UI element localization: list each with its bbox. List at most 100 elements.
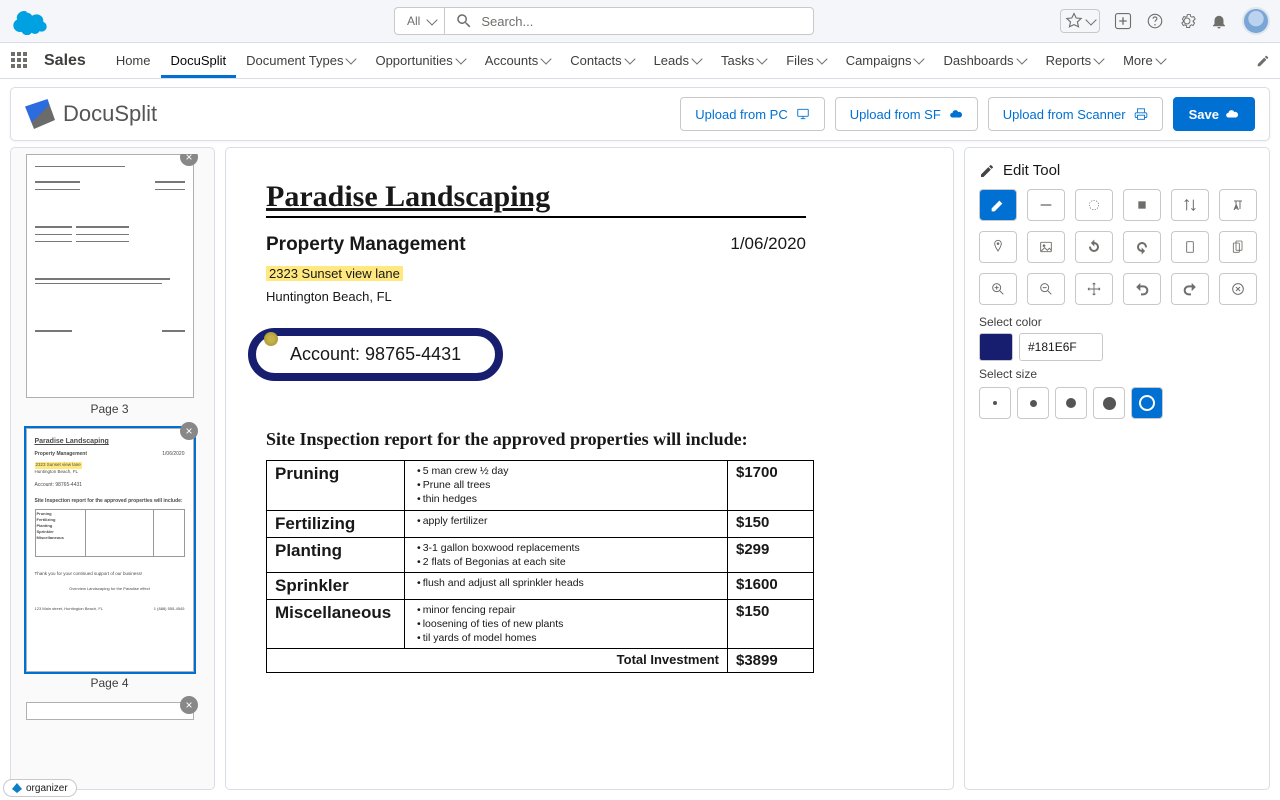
chevron-down-icon <box>757 53 768 64</box>
organizer-badge[interactable]: organizer <box>3 779 77 797</box>
chevron-down-icon <box>455 53 466 64</box>
close-icon[interactable]: × <box>180 696 198 714</box>
table-row: Sprinklerflush and adjust all sprinkler … <box>267 572 814 599</box>
table-row: Fertilizingapply fertilizer$150 <box>267 510 814 537</box>
panel-title: Edit Tool <box>1003 162 1060 179</box>
tool-zoom-in[interactable] <box>979 273 1017 305</box>
close-icon[interactable]: × <box>180 154 198 166</box>
tool-pages[interactable] <box>1219 231 1257 263</box>
size-xl[interactable] <box>1131 387 1163 419</box>
tool-text[interactable]: A <box>1219 189 1257 221</box>
nav-tab-accounts[interactable]: Accounts <box>475 43 560 78</box>
docusplit-logo-icon <box>25 99 55 129</box>
nav-tab-dashboards[interactable]: Dashboards <box>933 43 1035 78</box>
upload-from-pc-button[interactable]: Upload from PC <box>680 97 824 131</box>
tool-image[interactable] <box>1027 231 1065 263</box>
annotation-handle-icon[interactable] <box>264 332 278 346</box>
chevron-down-icon <box>691 53 702 64</box>
tool-rect-filled[interactable] <box>1123 189 1161 221</box>
nav-tab-reports[interactable]: Reports <box>1036 43 1114 78</box>
edit-tool-panel: Edit Tool A Select color #181E6F <box>964 147 1270 790</box>
document-viewer[interactable]: Paradise Landscaping Property Management… <box>225 147 954 790</box>
nav-tab-leads[interactable]: Leads <box>644 43 711 78</box>
notifications-icon[interactable] <box>1210 12 1228 30</box>
nav-tab-home[interactable]: Home <box>106 43 161 78</box>
size-sm[interactable] <box>1017 387 1049 419</box>
chevron-down-icon <box>914 53 925 64</box>
chevron-down-icon <box>541 53 552 64</box>
size-md[interactable] <box>1055 387 1087 419</box>
favorites-menu[interactable] <box>1060 9 1100 33</box>
circled-account-annotation[interactable]: Account: 98765-4431 <box>266 336 485 373</box>
tool-clear[interactable] <box>1219 273 1257 305</box>
help-icon[interactable] <box>1146 12 1164 30</box>
close-icon[interactable]: × <box>180 422 198 440</box>
nav-tab-opportunities[interactable]: Opportunities <box>365 43 474 78</box>
report-heading: Site Inspection report for the approved … <box>266 429 913 450</box>
thumbnail-page-4[interactable]: × Paradise Landscaping Property Manageme… <box>19 428 200 690</box>
chevron-down-icon <box>346 53 357 64</box>
search-scope-picker[interactable]: All <box>394 7 444 35</box>
tool-redo[interactable] <box>1171 273 1209 305</box>
thumbnail-page-5[interactable]: × <box>19 702 200 720</box>
app-launcher-icon[interactable] <box>10 51 30 71</box>
nav-tab-contacts[interactable]: Contacts <box>560 43 643 78</box>
tool-arrange[interactable] <box>1171 189 1209 221</box>
size-section-label: Select size <box>979 367 1255 381</box>
tool-ellipse[interactable] <box>1075 189 1113 221</box>
tool-undo[interactable] <box>1123 273 1161 305</box>
docusplit-app-bar: DocuSplit Upload from PC Upload from SF … <box>10 87 1270 141</box>
chevron-down-icon <box>816 53 827 64</box>
pencil-icon[interactable] <box>1256 54 1270 68</box>
highlighted-address: 2323 Sunset view lane <box>266 266 403 281</box>
nav-tab-campaigns[interactable]: Campaigns <box>836 43 934 78</box>
docusplit-app-name: DocuSplit <box>63 101 157 127</box>
app-nav: Sales HomeDocuSplitDocument TypesOpportu… <box>0 43 1280 79</box>
color-hex-input[interactable]: #181E6F <box>1019 333 1103 361</box>
thumbnail-page-3[interactable]: × Page 3 <box>19 154 200 416</box>
nav-tab-more[interactable]: More <box>1113 43 1175 78</box>
tool-freehand[interactable] <box>979 189 1017 221</box>
gear-icon[interactable] <box>1178 12 1196 30</box>
chevron-down-icon <box>1155 53 1166 64</box>
pencil-icon <box>979 163 995 179</box>
tool-rotate-cw[interactable] <box>1123 231 1161 263</box>
size-xs[interactable] <box>979 387 1011 419</box>
app-name: Sales <box>44 52 86 70</box>
upload-from-sf-button[interactable]: Upload from SF <box>835 97 978 131</box>
avatar[interactable] <box>1242 7 1270 35</box>
table-row: Planting3-1 gallon boxwood replacements2… <box>267 537 814 572</box>
color-section-label: Select color <box>979 315 1255 329</box>
chevron-down-icon <box>1085 14 1096 25</box>
document-title: Paradise Landscaping <box>266 180 806 218</box>
services-table: Pruning5 man crew ½ dayPrune all treesth… <box>266 460 814 673</box>
chevron-down-icon <box>1016 53 1027 64</box>
nav-tab-files[interactable]: Files <box>776 43 835 78</box>
tool-move[interactable] <box>1075 273 1113 305</box>
nav-tab-document-types[interactable]: Document Types <box>236 43 365 78</box>
chevron-down-icon <box>1093 53 1104 64</box>
printer-icon <box>1134 107 1148 121</box>
tool-page[interactable] <box>1171 231 1209 263</box>
tool-zoom-out[interactable] <box>1027 273 1065 305</box>
tool-line[interactable] <box>1027 189 1065 221</box>
tool-rotate-ccw[interactable] <box>1075 231 1113 263</box>
global-search[interactable]: Search... <box>444 7 814 35</box>
cloud-icon <box>949 107 963 121</box>
color-swatch[interactable] <box>979 333 1013 361</box>
search-scope-label: All <box>407 14 420 28</box>
document-subtitle: Property Management <box>266 234 466 256</box>
nav-tab-docusplit[interactable]: DocuSplit <box>161 43 237 78</box>
table-row: Pruning5 man crew ½ dayPrune all treesth… <box>267 461 814 511</box>
cloud-upload-icon <box>1225 107 1239 121</box>
add-icon[interactable] <box>1114 12 1132 30</box>
account-number: Account: 98765-4431 <box>290 344 461 364</box>
nav-tab-tasks[interactable]: Tasks <box>711 43 776 78</box>
size-lg[interactable] <box>1093 387 1125 419</box>
search-icon <box>455 12 473 30</box>
tool-pin[interactable] <box>979 231 1017 263</box>
upload-from-scanner-button[interactable]: Upload from Scanner <box>988 97 1163 131</box>
page-thumbnails-panel: × Page 3 <box>10 147 215 790</box>
save-button[interactable]: Save <box>1173 97 1255 131</box>
salesforce-logo <box>10 7 50 35</box>
